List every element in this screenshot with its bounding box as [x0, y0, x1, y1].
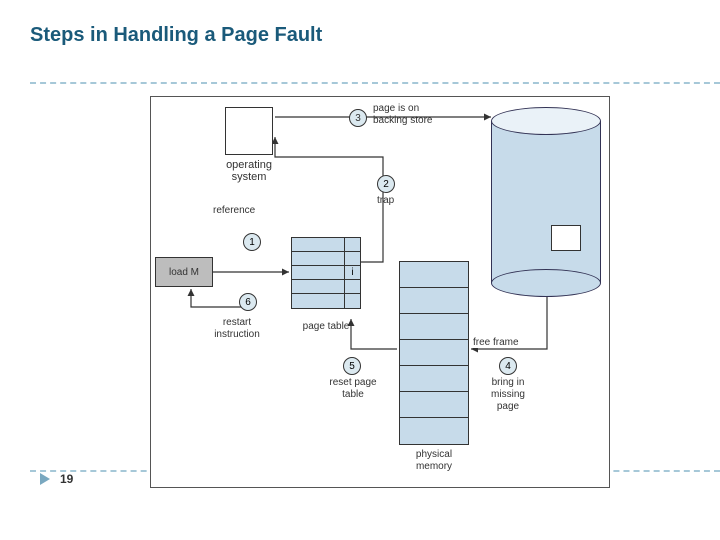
divider-top — [30, 82, 720, 84]
load-m-box: load M — [155, 257, 213, 287]
backing-store-cylinder — [491, 107, 601, 297]
step-4-label: bring inmissingpage — [473, 377, 543, 413]
step-1-circle: 1 — [243, 233, 261, 251]
page-fault-diagram: operatingsystem 3 page is onbacking stor… — [150, 96, 610, 488]
step-2-circle: 2 — [377, 175, 395, 193]
step-4-circle: 4 — [499, 357, 517, 375]
physical-memory — [399, 261, 469, 445]
os-label: operatingsystem — [209, 159, 289, 183]
disk-page-box — [551, 225, 581, 251]
step-3-label: page is onbacking store — [373, 103, 453, 127]
os-box — [225, 107, 273, 155]
page-table-label: page table — [291, 321, 361, 332]
invalid-bit-cell: i — [344, 266, 360, 279]
step-3-circle: 3 — [349, 109, 367, 127]
page-arrow-icon — [40, 473, 54, 485]
free-frame-row — [400, 340, 468, 366]
page-footer: 19 — [40, 472, 73, 486]
physical-memory-label: physicalmemory — [399, 449, 469, 473]
step-6-circle: 6 — [239, 293, 257, 311]
page-table: i — [291, 237, 361, 309]
slide-title: Steps in Handling a Page Fault — [30, 24, 322, 47]
page-number: 19 — [60, 472, 73, 486]
step-5-circle: 5 — [343, 357, 361, 375]
step-2-label: trap — [377, 195, 394, 206]
reference-label: reference — [213, 205, 255, 216]
step-6-label: restartinstruction — [207, 317, 267, 341]
free-frame-label: free frame — [471, 337, 521, 348]
step-5-label: reset pagetable — [323, 377, 383, 401]
